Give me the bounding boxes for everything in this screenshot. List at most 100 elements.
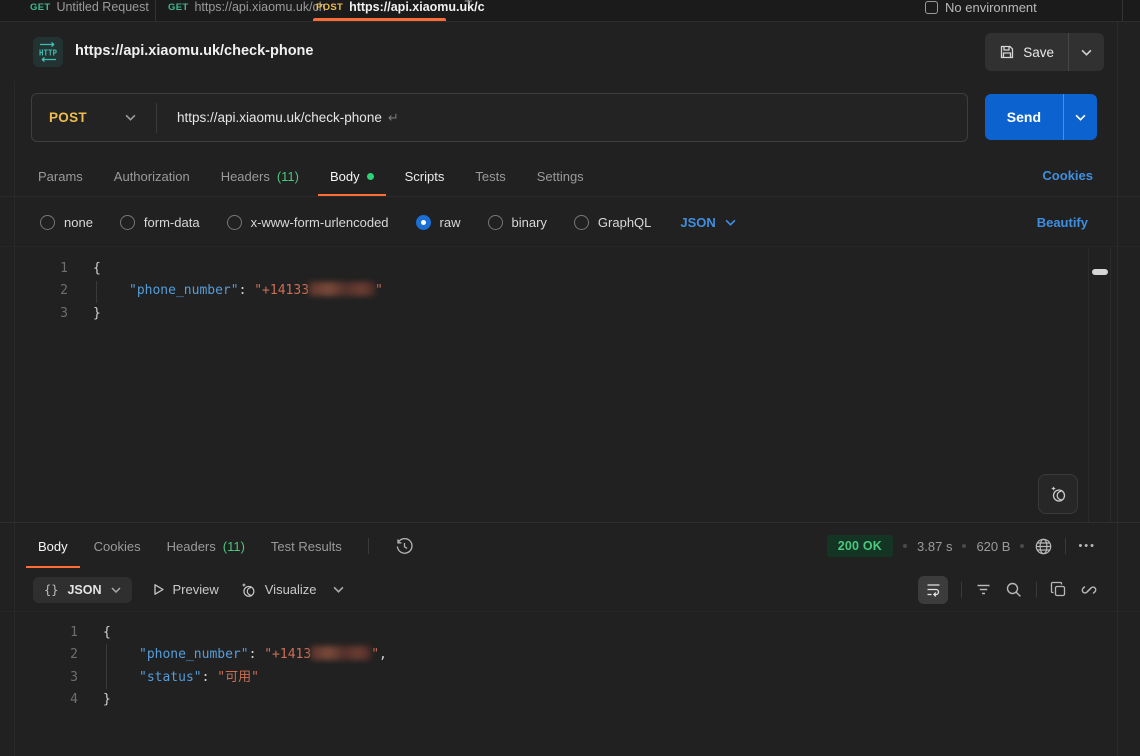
response-format-selector[interactable]: {} JSON	[33, 577, 132, 603]
method-chevron-icon	[125, 114, 136, 121]
editor-scroll-track	[1088, 248, 1089, 522]
status-badge[interactable]: 200 OK	[827, 535, 893, 557]
response-tab-test-results[interactable]: Test Results	[271, 524, 342, 568]
tab-params[interactable]: Params	[38, 156, 83, 196]
request-tabs: Params Authorization Headers (11) Body S…	[0, 156, 1140, 197]
active-tab-underline	[313, 18, 446, 21]
response-size[interactable]: 620 B	[976, 539, 1010, 554]
wrap-text-icon[interactable]	[918, 576, 948, 604]
language-selector[interactable]: JSON	[680, 215, 735, 230]
radio-icon	[227, 215, 242, 230]
url-box: POST https://api.xiaomu.uk/check-phone ↵	[31, 93, 968, 142]
environment-selector[interactable]: No environment	[925, 0, 1037, 21]
redacted-phone-number	[311, 646, 371, 660]
format-chevron-icon	[111, 587, 121, 593]
workspace-tab-1[interactable]: GET Untitled Request	[30, 0, 149, 21]
viewer-line: 4 }	[0, 689, 1140, 711]
meta-divider	[1065, 538, 1066, 554]
send-split-button: Send	[985, 94, 1097, 140]
method-selector[interactable]: POST	[32, 110, 156, 125]
editor-line: 1 {	[0, 258, 1140, 280]
bodytype-urlencoded[interactable]: x-www-form-urlencoded	[227, 215, 389, 230]
workspace-tab-2[interactable]: GET https://api.xiaomu.uk/ch	[168, 0, 326, 21]
editor-line: 3 }	[0, 303, 1140, 325]
response-time[interactable]: 3.87 s	[917, 539, 952, 554]
tab-method-badge: GET	[168, 2, 188, 13]
meta-separator-dot	[962, 544, 966, 548]
language-chevron-icon	[725, 219, 736, 226]
radio-icon	[488, 215, 503, 230]
json-key: "status"	[139, 670, 202, 685]
new-tab-button[interactable]: +	[464, 0, 473, 10]
right-rail-divider	[1117, 22, 1118, 756]
visualize-chevron-icon[interactable]	[333, 586, 344, 593]
filter-icon[interactable]	[975, 581, 992, 598]
editor-line: 2 "phone_number": "+14133"	[0, 280, 1140, 302]
viewer-line: 2 "phone_number": "+1413",	[0, 644, 1140, 666]
preview-button[interactable]: Preview	[152, 582, 219, 597]
bodytype-form-data[interactable]: form-data	[120, 215, 200, 230]
tab-authorization[interactable]: Authorization	[114, 156, 190, 196]
response-tab-body[interactable]: Body	[38, 524, 68, 568]
headers-count: (11)	[277, 169, 299, 184]
tab-body[interactable]: Body	[330, 156, 374, 196]
url-row: POST https://api.xiaomu.uk/check-phone ↵…	[0, 81, 1140, 147]
response-tabs: Body Cookies Headers (11) Test Results 2…	[0, 524, 1140, 568]
response-toolbar: {} JSON Preview Visualize	[0, 568, 1140, 612]
url-return-symbol: ↵	[382, 110, 399, 126]
redacted-phone-number	[309, 282, 375, 296]
beautify-link[interactable]: Beautify	[1037, 215, 1088, 230]
url-input[interactable]: https://api.xiaomu.uk/check-phone	[157, 110, 382, 125]
json-key: "phone_number"	[129, 283, 239, 298]
request-body-editor[interactable]: 1 { 2 "phone_number": "+14133" 3 }	[0, 248, 1140, 523]
save-split-button: Save	[985, 33, 1104, 71]
save-options-chevron[interactable]	[1068, 33, 1104, 71]
response-body-viewer[interactable]: 1 { 2 "phone_number": "+1413", 3 "status…	[0, 612, 1140, 756]
copy-icon[interactable]	[1050, 581, 1067, 598]
history-icon[interactable]	[395, 537, 414, 556]
link-icon[interactable]	[1080, 581, 1098, 599]
response-tab-headers[interactable]: Headers (11)	[167, 524, 245, 568]
workspace-tab-bar: GET Untitled Request GET https://api.xia…	[0, 0, 1140, 22]
globe-icon[interactable]	[1034, 537, 1053, 556]
send-options-chevron[interactable]	[1063, 94, 1097, 140]
bodytype-none[interactable]: none	[40, 215, 93, 230]
save-button[interactable]: Save	[985, 33, 1068, 71]
tab-method-badge: POST	[316, 2, 343, 13]
viewer-line: 3 "status": "可用"	[0, 667, 1140, 689]
response-tab-cookies[interactable]: Cookies	[94, 524, 141, 568]
radio-icon	[40, 215, 55, 230]
save-icon	[999, 44, 1015, 60]
meta-separator-dot	[1020, 544, 1024, 548]
json-status-value: "可用"	[217, 670, 259, 685]
bodytype-raw-selected[interactable]: raw	[416, 215, 461, 230]
tab-scripts[interactable]: Scripts	[405, 156, 445, 196]
visualize-button[interactable]: Visualize	[239, 581, 317, 599]
response-toolbar-right	[918, 576, 1098, 604]
editor-scrollbar-thumb[interactable]	[1092, 269, 1108, 275]
viewer-line: 1 {	[0, 622, 1140, 644]
radio-selected-icon	[416, 215, 431, 230]
send-button[interactable]: Send	[985, 94, 1063, 140]
response-headers-count: (11)	[223, 539, 245, 554]
tab-tests[interactable]: Tests	[475, 156, 505, 196]
tab-settings[interactable]: Settings	[537, 156, 584, 196]
tab-method-badge: GET	[30, 2, 50, 13]
meta-separator-dot	[903, 544, 907, 548]
braces-icon: {}	[44, 583, 58, 597]
svg-text:HTTP: HTTP	[39, 49, 58, 58]
response-tabs-divider	[368, 538, 369, 554]
tab-label: Untitled Request	[56, 0, 148, 14]
search-icon[interactable]	[1005, 581, 1023, 599]
bodytype-graphql[interactable]: GraphQL	[574, 215, 651, 230]
request-title: https://api.xiaomu.uk/check-phone	[75, 43, 313, 59]
tab-headers[interactable]: Headers (11)	[221, 156, 299, 196]
cookies-link[interactable]: Cookies	[1042, 168, 1093, 183]
body-has-content-dot	[367, 173, 374, 180]
environment-icon	[925, 1, 938, 14]
bodytype-binary[interactable]: binary	[488, 215, 547, 230]
more-options-icon[interactable]: •••	[1078, 540, 1096, 552]
response-meta: 200 OK 3.87 s 620 B •••	[827, 524, 1096, 568]
postbot-button[interactable]	[1038, 474, 1078, 514]
request-header: HTTP https://api.xiaomu.uk/check-phone S…	[0, 23, 1140, 81]
